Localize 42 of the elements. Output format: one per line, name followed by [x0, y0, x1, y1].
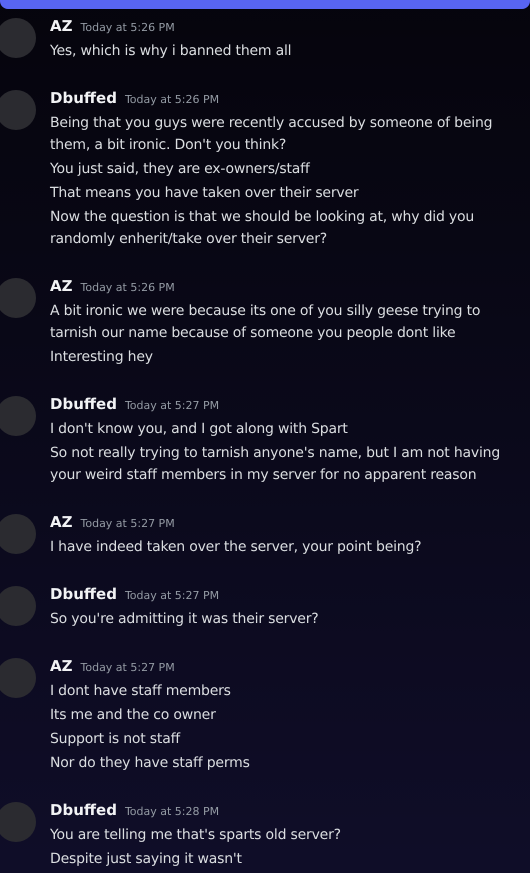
avatar-icon[interactable] [0, 802, 36, 842]
username[interactable]: AZ [50, 17, 72, 35]
message-text: I don't know you, and I got along with Spart [50, 420, 349, 439]
message-text: So you're admitting it was their server? [50, 610, 320, 629]
username[interactable]: Dbuffed [50, 585, 117, 603]
avatar-icon[interactable] [0, 90, 36, 130]
timestamp: Today at 5:26 PM [80, 21, 175, 34]
message-text: A bit ironic we were because its one of you silly geese trying to tarnish our name because of someone you people dont like [50, 302, 482, 343]
timestamp: Today at 5:26 PM [124, 93, 220, 106]
message-text: Interesting hey [50, 348, 154, 367]
username[interactable]: AZ [50, 513, 72, 531]
avatar-icon[interactable] [0, 514, 36, 554]
username[interactable]: AZ [50, 657, 72, 675]
timestamp: Today at 5:28 PM [124, 805, 220, 818]
message-text: Now the question is that we should be looking at, why did you randomly enherit/take over their server? [50, 208, 476, 249]
timestamp: Today at 5:27 PM [124, 399, 220, 412]
avatar-icon[interactable] [0, 396, 36, 436]
username[interactable]: Dbuffed [50, 801, 117, 819]
message-text: I dont have staff members [50, 682, 232, 701]
message-text: Support is not staff [50, 730, 182, 749]
timestamp: Today at 5:27 PM [80, 661, 175, 674]
message-text: I have indeed taken over the server, your point being? [50, 538, 422, 557]
username[interactable]: AZ [50, 277, 72, 295]
avatar-icon[interactable] [0, 658, 36, 698]
avatar-icon[interactable] [0, 18, 36, 58]
timestamp: Today at 5:26 PM [80, 281, 175, 294]
username[interactable]: Dbuffed [50, 395, 117, 413]
message-text: You just said, they are ex-owners/staff [50, 160, 311, 179]
unread-banner[interactable] [0, 0, 530, 9]
avatar-icon[interactable] [0, 278, 36, 318]
timestamp: Today at 5:27 PM [80, 517, 175, 530]
message-text: Yes, which is why i banned them all [50, 42, 292, 61]
message-text: Despite just saying it wasn't [50, 850, 243, 869]
message-text: Its me and the co owner [50, 706, 217, 725]
message-text: So not really trying to tarnish anyone's name, but I am not having your weird staff members in my server for no apparent reason [50, 444, 502, 485]
message-text: Being that you guys were recently accused by someone of being them, a bit ironic. Don't you think? [50, 114, 494, 155]
message-text: You are telling me that's sparts old server? [50, 826, 342, 845]
message-text: Nor do they have staff perms [50, 754, 251, 773]
avatar-icon[interactable] [0, 586, 36, 626]
message-text: That means you have taken over their server [50, 184, 360, 203]
timestamp: Today at 5:27 PM [124, 589, 220, 602]
username[interactable]: Dbuffed [50, 89, 117, 107]
